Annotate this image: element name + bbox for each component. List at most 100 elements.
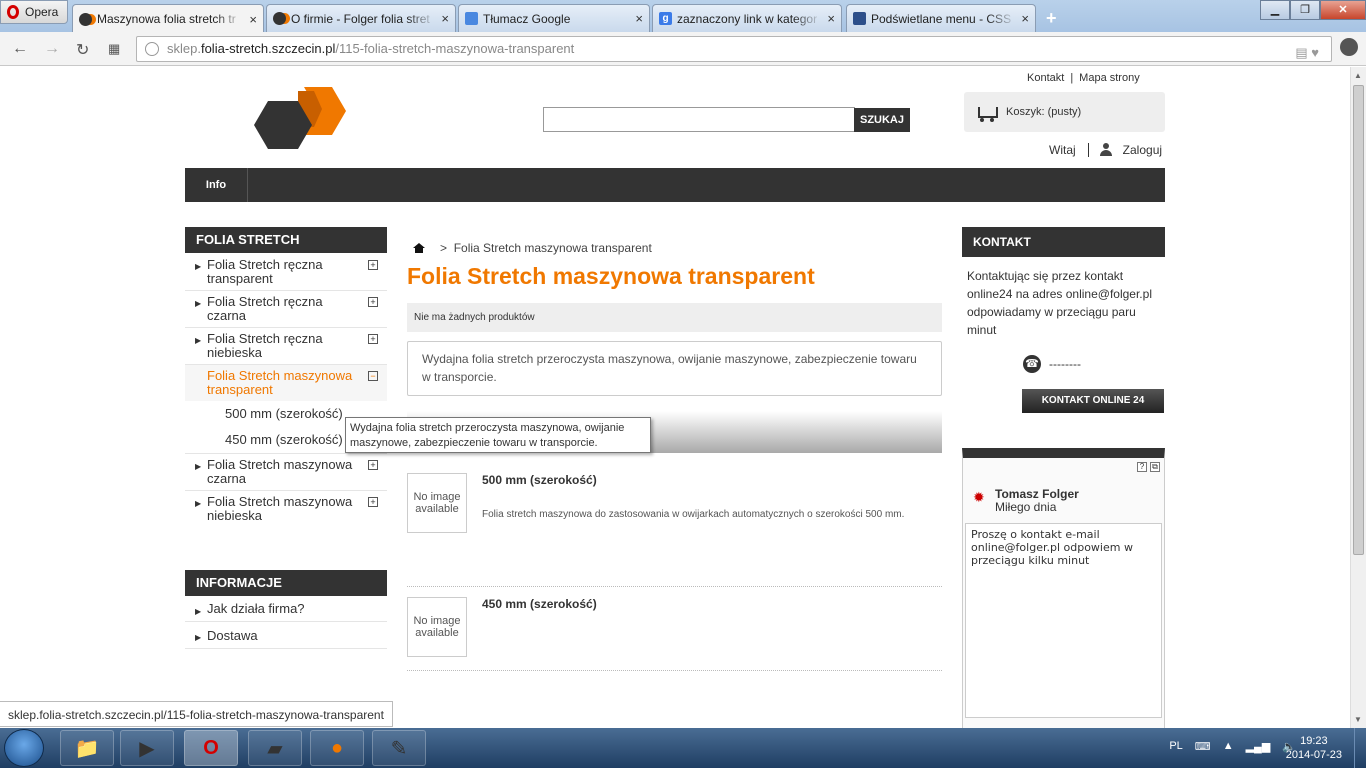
sticky-notes-taskbar-icon[interactable]: ▰ [248, 730, 302, 766]
collapse-icon[interactable]: − [368, 371, 378, 381]
css-favicon-icon [853, 12, 866, 25]
url-path: /115-folia-stretch-maszynowa-transparent [335, 41, 575, 56]
category-label: Folia Stretch maszynowa transparent [207, 368, 353, 397]
breadcrumb-current: Folia Stretch maszynowa transparent [453, 241, 652, 255]
bullet-icon: ▶ [195, 462, 202, 471]
bullet-icon: ▶ [195, 336, 202, 345]
category-tooltip: Wydajna folia stretch przeroczysta maszy… [345, 417, 651, 453]
opera-taskbar-icon[interactable]: O [184, 730, 238, 766]
category-item[interactable]: ▶ Folia Stretch ręczna czarna + [185, 291, 387, 328]
category-item[interactable]: ▶ Folia Stretch ręczna transparent + [185, 254, 387, 291]
bookmark-heart-icon[interactable]: ▤ ♥ [1295, 41, 1319, 65]
product-name[interactable]: 450 mm (szerokość) [482, 597, 597, 611]
kontakt-link[interactable]: Kontakt [1027, 72, 1064, 84]
login-link[interactable]: Zaloguj [1123, 143, 1162, 157]
link-separator: | [1070, 72, 1074, 84]
product-image[interactable]: No image available [407, 473, 467, 533]
expand-icon[interactable]: + [368, 334, 378, 344]
google-favicon-icon: g [659, 12, 672, 25]
kontakt-text: Kontaktując się przez kontakt online24 n… [967, 269, 1152, 337]
tray-expand-icon[interactable]: ▲ [1223, 740, 1234, 753]
category-item[interactable]: ▶ Folia Stretch ręczna niebieska + [185, 328, 387, 365]
close-tab-icon[interactable]: × [827, 11, 835, 26]
home-icon[interactable] [413, 243, 425, 253]
close-tab-icon[interactable]: × [249, 12, 257, 27]
media-player-taskbar-icon[interactable]: ▶ [120, 730, 174, 766]
breadcrumb: > Folia Stretch maszynowa transparent [413, 241, 652, 255]
language-indicator[interactable]: PL [1169, 740, 1182, 753]
search-input[interactable] [543, 107, 855, 132]
minimize-icon[interactable]: ▁ [1260, 0, 1290, 20]
system-tray: PL ⌨ ▲ ▂▄▆ 🔈 [1169, 740, 1296, 753]
category-label: Folia Stretch ręczna transparent [207, 257, 323, 286]
reload-icon[interactable]: ↻ [76, 40, 89, 60]
help-icon[interactable]: ? [1137, 462, 1147, 472]
tab-zaznaczony-link[interactable]: g zaznaczony link w kategor × [652, 4, 842, 32]
explorer-taskbar-icon[interactable]: 📁 [60, 730, 114, 766]
info-link[interactable]: ▶ Dostawa [185, 622, 387, 649]
clock[interactable]: 19:23 2014-07-23 [1286, 734, 1342, 762]
info-list: ▶ Jak działa firma? ▶ Dostawa [185, 599, 387, 649]
popout-icon[interactable]: ⧉ [1150, 462, 1160, 472]
back-icon[interactable]: ← [12, 40, 28, 58]
product-image[interactable]: No image available [407, 597, 467, 657]
close-tab-icon[interactable]: × [635, 11, 643, 26]
info-link[interactable]: ▶ Jak działa firma? [185, 599, 387, 622]
restore-icon[interactable]: ❐ [1290, 0, 1320, 20]
category-label: Folia Stretch ręczna czarna [207, 294, 323, 323]
app-taskbar-icon[interactable]: ✎ [372, 730, 426, 766]
product-item[interactable]: No image available 450 mm (szerokość) [407, 597, 942, 671]
tab-maszynowa-folia[interactable]: Maszynowa folia stretch tr × [72, 4, 264, 33]
product-item[interactable]: No image available 500 mm (szerokość) Fo… [407, 473, 942, 587]
address-field[interactable]: sklep.folia-stretch.szczecin.pl/115-foli… [136, 36, 1332, 62]
user-row: Witaj Zaloguj [1049, 143, 1162, 157]
scroll-thumb[interactable] [1353, 85, 1364, 555]
opera-menu-label: Opera [25, 5, 59, 19]
show-desktop-button[interactable] [1354, 728, 1366, 768]
expand-icon[interactable]: + [368, 260, 378, 270]
page-scrollbar[interactable]: ▲ ▼ [1350, 67, 1366, 728]
kontakt-online-button[interactable]: KONTAKT ONLINE 24 [1022, 389, 1164, 413]
user-icon [1099, 143, 1113, 157]
expand-icon[interactable]: + [368, 497, 378, 507]
close-tab-icon[interactable]: × [1021, 11, 1029, 26]
close-tab-icon[interactable]: × [441, 11, 449, 26]
opera-menu-button[interactable]: Opera [0, 0, 68, 24]
kontakt-heading: KONTAKT [962, 227, 1165, 257]
search-button[interactable]: SZUKAJ [854, 108, 910, 132]
chat-message: Proszę o kontakt e-mail online@folger.pl… [965, 523, 1162, 718]
cart-block[interactable]: Koszyk: (pusty) [964, 92, 1165, 132]
expand-icon[interactable]: + [368, 460, 378, 470]
category-item[interactable]: ▶ Folia Stretch maszynowa czarna + [185, 454, 387, 491]
speed-dial-icon[interactable]: ▦ [108, 41, 120, 57]
forward-icon[interactable]: → [44, 40, 60, 58]
divider [1087, 143, 1089, 157]
new-tab-button[interactable]: + [1046, 8, 1057, 29]
tab-o-firmie[interactable]: O firmie - Folger folia stret × [266, 4, 456, 32]
menu-item-info[interactable]: Info [185, 168, 248, 202]
category-item-active[interactable]: Folia Stretch maszynowa transparent − [185, 365, 387, 401]
categories-heading: FOLIA STRETCH [185, 227, 387, 253]
category-description: Wydajna folia stretch przeroczysta maszy… [407, 341, 942, 396]
close-window-icon[interactable]: ✕ [1320, 0, 1366, 20]
tab-podswietlane-menu[interactable]: Podświetlane menu - CSS × [846, 4, 1036, 32]
network-icon[interactable]: ▂▄▆ [1246, 740, 1271, 753]
keyboard-icon[interactable]: ⌨ [1195, 740, 1211, 753]
tab-title: zaznaczony link w kategor [677, 11, 818, 26]
no-products-notice: Nie ma żadnych produktów [407, 303, 942, 332]
firefox-taskbar-icon[interactable]: ● [310, 730, 364, 766]
start-button[interactable] [4, 729, 44, 767]
opera-settings-icon[interactable] [1340, 38, 1358, 56]
category-item[interactable]: ▶ Folia Stretch maszynowa niebieska + [185, 491, 387, 527]
cart-state: (pusty) [1047, 106, 1082, 118]
scroll-down-icon[interactable]: ▼ [1354, 715, 1362, 724]
product-name[interactable]: 500 mm (szerokość) [482, 473, 597, 487]
scroll-up-icon[interactable]: ▲ [1354, 71, 1362, 80]
sitemap-link[interactable]: Mapa strony [1079, 72, 1140, 84]
opera-logo-icon [7, 5, 19, 19]
tab-tlumacz-google[interactable]: Tłumacz Google × [458, 4, 650, 32]
info-link-label: Dostawa [207, 628, 258, 643]
expand-icon[interactable]: + [368, 297, 378, 307]
folger-logo[interactable] [252, 87, 352, 153]
bullet-icon: ▶ [195, 299, 202, 308]
